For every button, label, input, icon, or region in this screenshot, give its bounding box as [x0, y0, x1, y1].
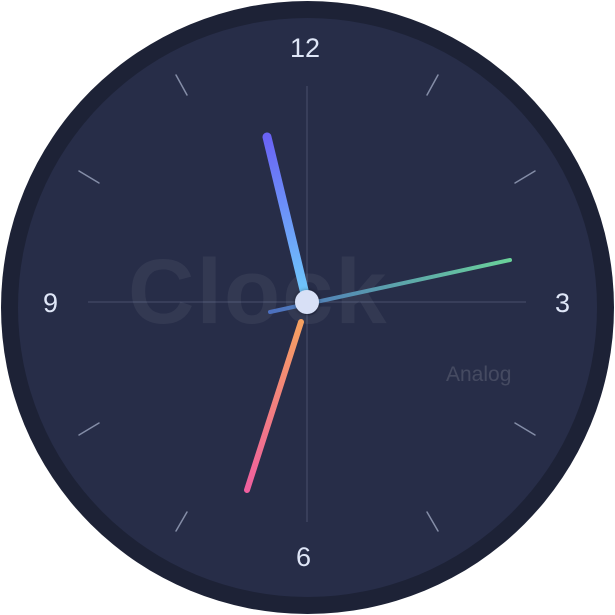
numeral-6: 6 [296, 542, 312, 572]
tick-mark-11 [175, 74, 188, 96]
tick-mark-10 [78, 170, 100, 184]
tick-mark-5 [426, 511, 439, 532]
tick-mark-2 [514, 170, 536, 184]
clock-widget: Clock Analog 12 3 6 9 [0, 0, 615, 615]
numeral-9: 9 [43, 288, 59, 318]
tick-mark-8 [78, 422, 100, 436]
center-cap [295, 290, 319, 314]
tick-mark-1 [426, 74, 439, 96]
tick-mark-7 [175, 511, 188, 532]
minute-hand [244, 319, 304, 493]
numeral-12: 12 [290, 33, 321, 63]
hour-hand [262, 132, 309, 295]
tick-mark-4 [514, 422, 536, 436]
numeral-3: 3 [555, 288, 571, 318]
clock-dial [78, 74, 536, 532]
